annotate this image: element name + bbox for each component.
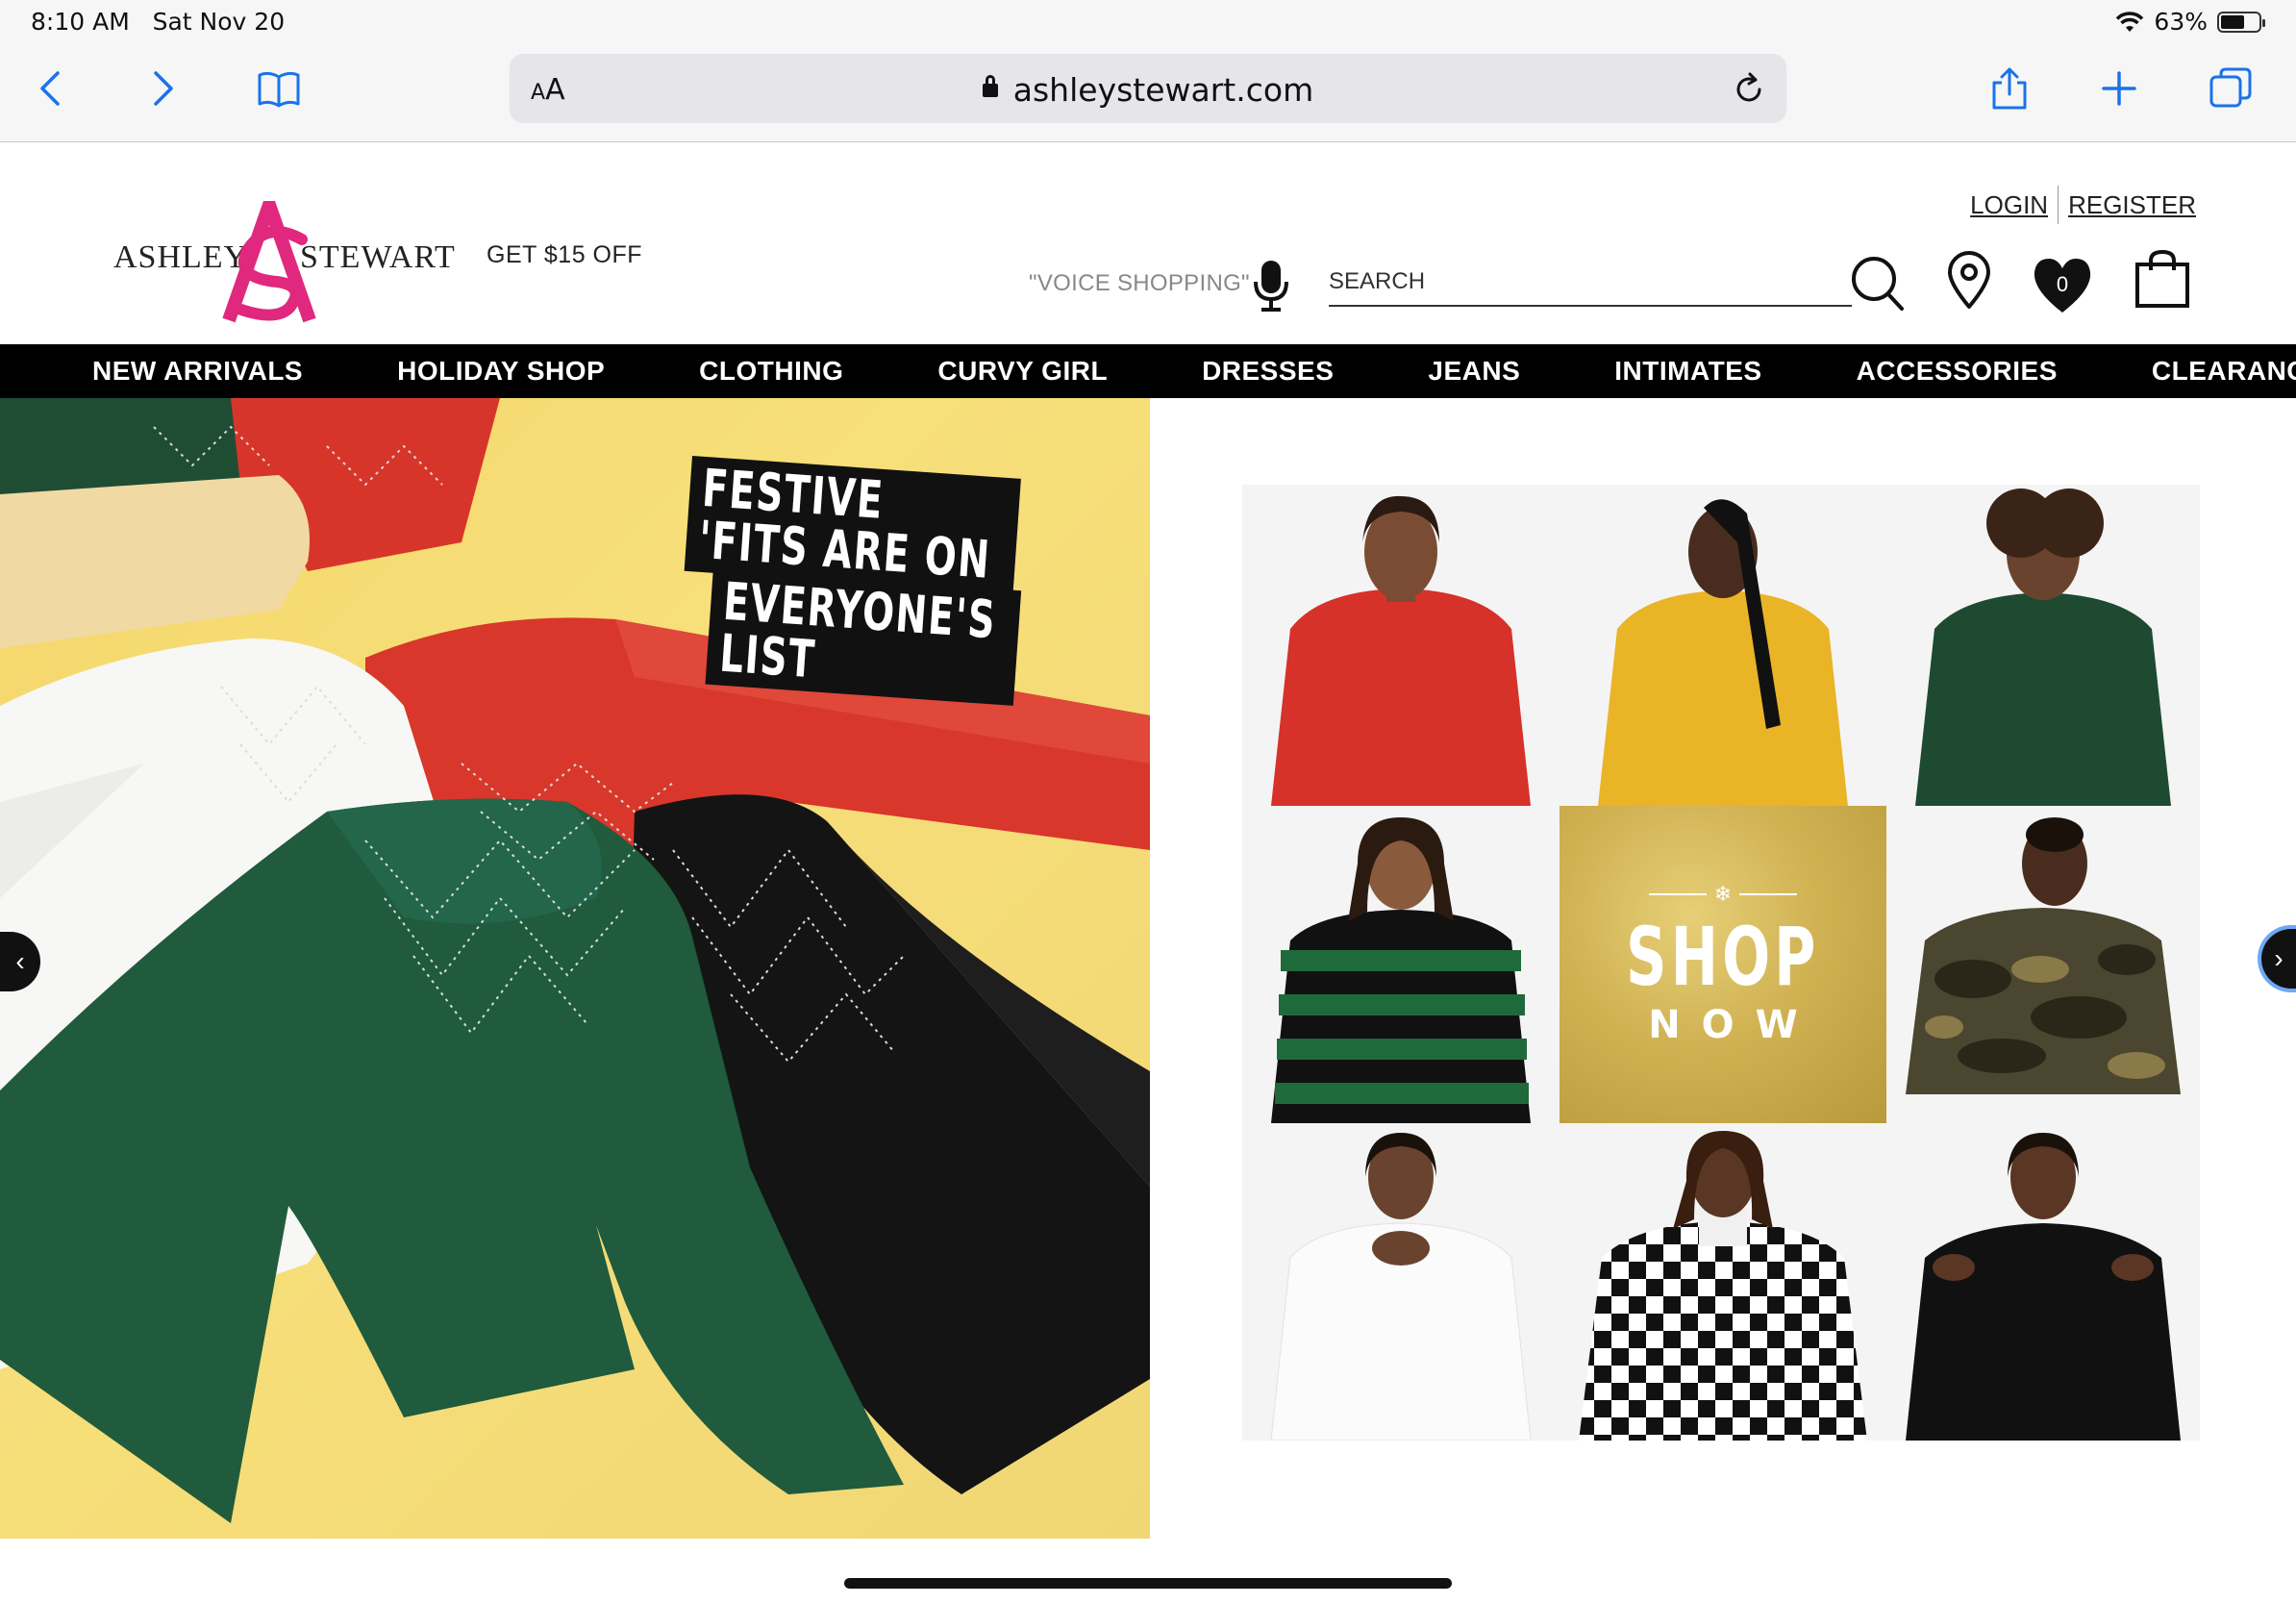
product-tile-black-cold-shoulder-sweater[interactable] — [1886, 1123, 2200, 1441]
chevron-right-icon: › — [2274, 943, 2284, 973]
search-input[interactable] — [1329, 263, 1852, 307]
home-indicator[interactable] — [844, 1578, 1452, 1589]
promo-link[interactable]: GET $15 OFF — [487, 241, 642, 269]
model-image — [1886, 485, 2200, 806]
tagline-line-2: EVERYONE'S LIST — [705, 568, 1022, 706]
product-tile-camo-sweater[interactable] — [1886, 806, 2200, 1123]
model-image — [1560, 485, 1886, 806]
shop-now-ornament: ❄ — [1648, 882, 1798, 907]
store-locator-icon[interactable] — [1946, 251, 1992, 311]
status-clock: 8:10 AM — [31, 8, 130, 36]
model-image — [1242, 485, 1560, 806]
share-icon — [1992, 67, 2027, 110]
nav-curvy-girl[interactable]: CURVY GIRL — [937, 356, 1108, 387]
wishlist-button[interactable]: 0 — [2031, 255, 2094, 316]
hero-banner-image[interactable]: FESTIVE 'FITS ARE ON EVERYONE'S LIST — [0, 398, 1150, 1539]
model-image — [1886, 1123, 2200, 1441]
browser-toolbar: AA ashleystewart.com — [0, 42, 2296, 142]
account-links: LOGIN REGISTER — [1970, 186, 2196, 224]
forward-button[interactable] — [135, 62, 188, 115]
status-bar: 8:10 AM Sat Nov 20 63% — [0, 0, 2296, 42]
url-text: ashleystewart.com — [1012, 71, 1314, 109]
model-image — [1560, 1123, 1886, 1441]
product-tile-houndstooth-sweater[interactable] — [1560, 1123, 1886, 1441]
product-tile-green-ruffle-sweater[interactable] — [1886, 485, 2200, 806]
wishlist-count: 0 — [2056, 272, 2069, 296]
shop-now-tile[interactable]: ❄ SHOP NOW — [1560, 806, 1886, 1123]
hero-tagline: FESTIVE 'FITS ARE ON EVERYONE'S LIST — [677, 456, 1149, 714]
site-header: ASHLEY STEWART GET $15 OFF LOGIN REGISTE… — [0, 143, 2296, 345]
status-date: Sat Nov 20 — [152, 8, 286, 36]
new-tab-icon — [2102, 71, 2136, 106]
account-divider — [2058, 186, 2059, 224]
nav-dresses[interactable]: DRESSES — [1202, 356, 1334, 387]
nav-intimates[interactable]: INTIMATES — [1614, 356, 1761, 387]
shopping-bag-icon[interactable] — [2134, 249, 2190, 309]
shop-now-text-1: SHOP — [1626, 910, 1820, 1004]
shop-now-text-2: NOW — [1648, 1003, 1819, 1047]
status-time: 8:10 AM Sat Nov 20 — [31, 8, 285, 36]
nav-jeans[interactable]: JEANS — [1428, 356, 1520, 387]
battery-percent: 63% — [2154, 8, 2208, 36]
battery-icon — [2217, 11, 2265, 33]
new-tab-button[interactable] — [2092, 62, 2146, 115]
wifi-icon — [2116, 11, 2144, 32]
carousel-next-button[interactable]: › — [2261, 929, 2296, 989]
model-image — [1242, 1123, 1560, 1441]
search-icon[interactable] — [1850, 255, 1906, 313]
lock-icon — [982, 74, 998, 97]
login-link[interactable]: LOGIN — [1970, 190, 2048, 220]
share-button[interactable] — [1983, 62, 2036, 115]
product-tile-yellow-sweater[interactable] — [1560, 485, 1886, 806]
chevron-left-icon: ‹ — [15, 946, 25, 976]
back-button[interactable] — [25, 62, 79, 115]
product-tile-striped-sweater[interactable] — [1242, 806, 1560, 1123]
nav-new-arrivals[interactable]: NEW ARRIVALS — [92, 356, 303, 387]
reload-icon[interactable] — [1731, 71, 1767, 108]
register-link[interactable]: REGISTER — [2068, 190, 2196, 220]
status-right: 63% — [2115, 8, 2265, 36]
bookmarks-icon — [258, 71, 300, 108]
voice-shopping-label[interactable]: "VOICE SHOPPING" — [1029, 270, 1250, 297]
address-bar[interactable]: AA ashleystewart.com — [510, 54, 1786, 123]
url-display[interactable]: ashleystewart.com — [510, 71, 1786, 109]
model-image — [1242, 806, 1560, 1123]
ashley-stewart-logo[interactable]: ASHLEY STEWART — [113, 201, 455, 324]
tabs-icon — [2209, 67, 2252, 108]
nav-clothing[interactable]: CLOTHING — [699, 356, 843, 387]
nav-clearance[interactable]: CLEARANCE — [2152, 356, 2296, 387]
product-grid: ❄ SHOP NOW — [1242, 485, 2200, 1441]
tabs-button[interactable] — [2204, 62, 2258, 115]
nav-accessories[interactable]: ACCESSORIES — [1857, 356, 2058, 387]
nav-holiday-shop[interactable]: HOLIDAY SHOP — [397, 356, 605, 387]
main-nav: NEW ARRIVALS HOLIDAY SHOP CLOTHING CURVY… — [0, 344, 2296, 398]
product-tile-red-sweater[interactable] — [1242, 485, 1560, 806]
product-tile-white-cutout-sweater[interactable] — [1242, 1123, 1560, 1441]
back-icon — [40, 71, 60, 106]
forward-icon — [154, 71, 173, 106]
hero-carousel: FESTIVE 'FITS ARE ON EVERYONE'S LIST ❄ S… — [0, 398, 2296, 1539]
logo-text-stewart: STEWART — [300, 239, 456, 275]
model-image — [1886, 806, 2200, 1123]
microphone-icon[interactable] — [1252, 259, 1290, 313]
bookmarks-button[interactable] — [252, 62, 306, 115]
